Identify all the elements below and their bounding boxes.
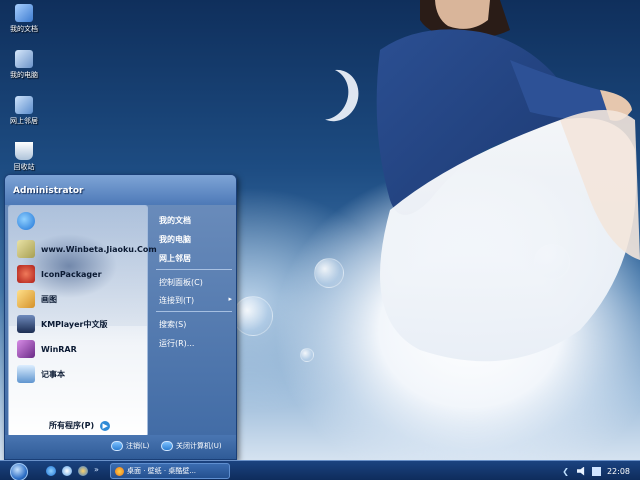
network-icon [15,96,33,114]
shutdown-label: 关闭计算机(U) [176,442,222,450]
program-label: www.Winbeta.Jiaoku.Com [41,244,157,254]
moon-decoration [294,62,355,127]
iconpackager-icon [17,265,35,283]
notepad-icon [17,365,35,383]
desktop-icon-label: 我的文档 [10,25,38,33]
winrar-icon [17,340,35,358]
program-winbeta[interactable]: www.Winbeta.Jiaoku.Com [17,238,157,260]
program-label: 记事本 [41,369,65,379]
start-menu-footer: 注销(L) 关闭计算机(U) [5,435,236,459]
bubble-decoration [233,296,273,336]
sfc-app-icon [17,240,35,258]
menu-separator [156,269,232,270]
quick-launch-browser-icon[interactable] [62,466,72,476]
shutdown-button[interactable]: 关闭计算机(U) [161,441,222,451]
arrow-right-icon: ▶ [100,420,111,431]
program-internet-explorer[interactable] [17,210,147,232]
desktop-icon-my-computer[interactable]: 我的电脑 [4,50,44,80]
bubble-decoration [314,258,344,288]
all-programs-button[interactable]: 所有程序(P) ▶ [49,420,111,431]
logoff-label: 注销(L) [126,442,150,450]
shutdown-icon [161,441,173,451]
program-paint[interactable]: 画图 [17,288,147,310]
start-menu-programs-pane: www.Winbeta.Jiaoku.Com IconPackager 画图 K… [8,205,157,437]
taskbar-window-label: 桌面 · 壁纸 · 桌酷壁... [127,467,197,475]
browser-window-icon [115,466,124,476]
all-programs-label: 所有程序(P) [49,421,95,430]
menu-separator [156,311,232,312]
paint-icon [17,290,35,308]
logoff-icon [111,441,123,451]
quick-launch-more-icon[interactable]: » [94,465,99,474]
program-kmplayer[interactable]: KMPlayer中文版 [17,313,147,335]
taskbar-window-button[interactable]: 桌面 · 壁纸 · 桌酷壁... [110,463,230,479]
desktop-icon-my-documents[interactable]: 我的文档 [4,4,44,34]
desktop-icon-recycle-bin[interactable]: 回收站 [4,142,44,172]
start-menu-places-pane: 我的文档 我的电脑 网上邻居 控制面板(C) 连接到(T) ▸ 搜索(S) 运行… [152,205,236,437]
recycle-bin-icon [15,142,33,160]
place-my-computer[interactable]: 我的电脑 [159,234,191,245]
documents-folder-icon [15,4,33,22]
start-button[interactable] [10,463,28,480]
program-label: IconPackager [41,269,102,279]
program-label: WinRAR [41,344,77,354]
program-label: 画图 [41,294,57,304]
kmplayer-icon [17,315,35,333]
desktop-icon-label: 我的电脑 [10,71,38,79]
program-notepad[interactable]: 记事本 [17,363,147,385]
wallpaper-figure [376,0,640,362]
bubble-decoration [300,348,314,362]
tray-expand-icon[interactable]: ❮ [562,467,569,476]
program-iconpackager[interactable]: IconPackager [17,263,147,285]
place-connect-to-row[interactable]: 连接到(T) ▸ [152,295,236,307]
quick-launch-desktop-icon[interactable] [78,466,88,476]
place-search[interactable]: 搜索(S) [159,319,186,330]
place-connect-to: 连接到(T) [159,296,195,305]
desktop-icon-label: 回收站 [13,163,35,171]
submenu-arrow-icon: ▸ [228,295,232,303]
place-network[interactable]: 网上邻居 [159,253,191,264]
taskbar: » 桌面 · 壁纸 · 桌酷壁... ❮ 22:08 [0,460,640,480]
network-status-icon[interactable] [591,466,601,476]
start-menu: Administrator www.Winbeta.Jiaoku.Com Ico… [4,174,237,460]
clock[interactable]: 22:08 [607,467,630,476]
place-run[interactable]: 运行(R)... [159,338,194,349]
desktop-icon-network[interactable]: 网上邻居 [4,96,44,126]
internet-explorer-icon [17,212,35,230]
computer-icon [15,50,33,68]
user-name: Administrator [13,186,84,196]
place-my-documents[interactable]: 我的文档 [159,215,191,226]
quick-launch-ie-icon[interactable] [46,466,56,476]
volume-icon[interactable] [576,466,585,476]
place-control-panel[interactable]: 控制面板(C) [159,277,203,288]
start-menu-header: Administrator [5,175,236,205]
system-tray: ❮ 22:08 [552,461,640,480]
program-label: KMPlayer中文版 [41,319,108,329]
desktop-icon-label: 网上邻居 [10,117,38,125]
program-winrar[interactable]: WinRAR [17,338,147,360]
logoff-button[interactable]: 注销(L) [111,441,149,451]
